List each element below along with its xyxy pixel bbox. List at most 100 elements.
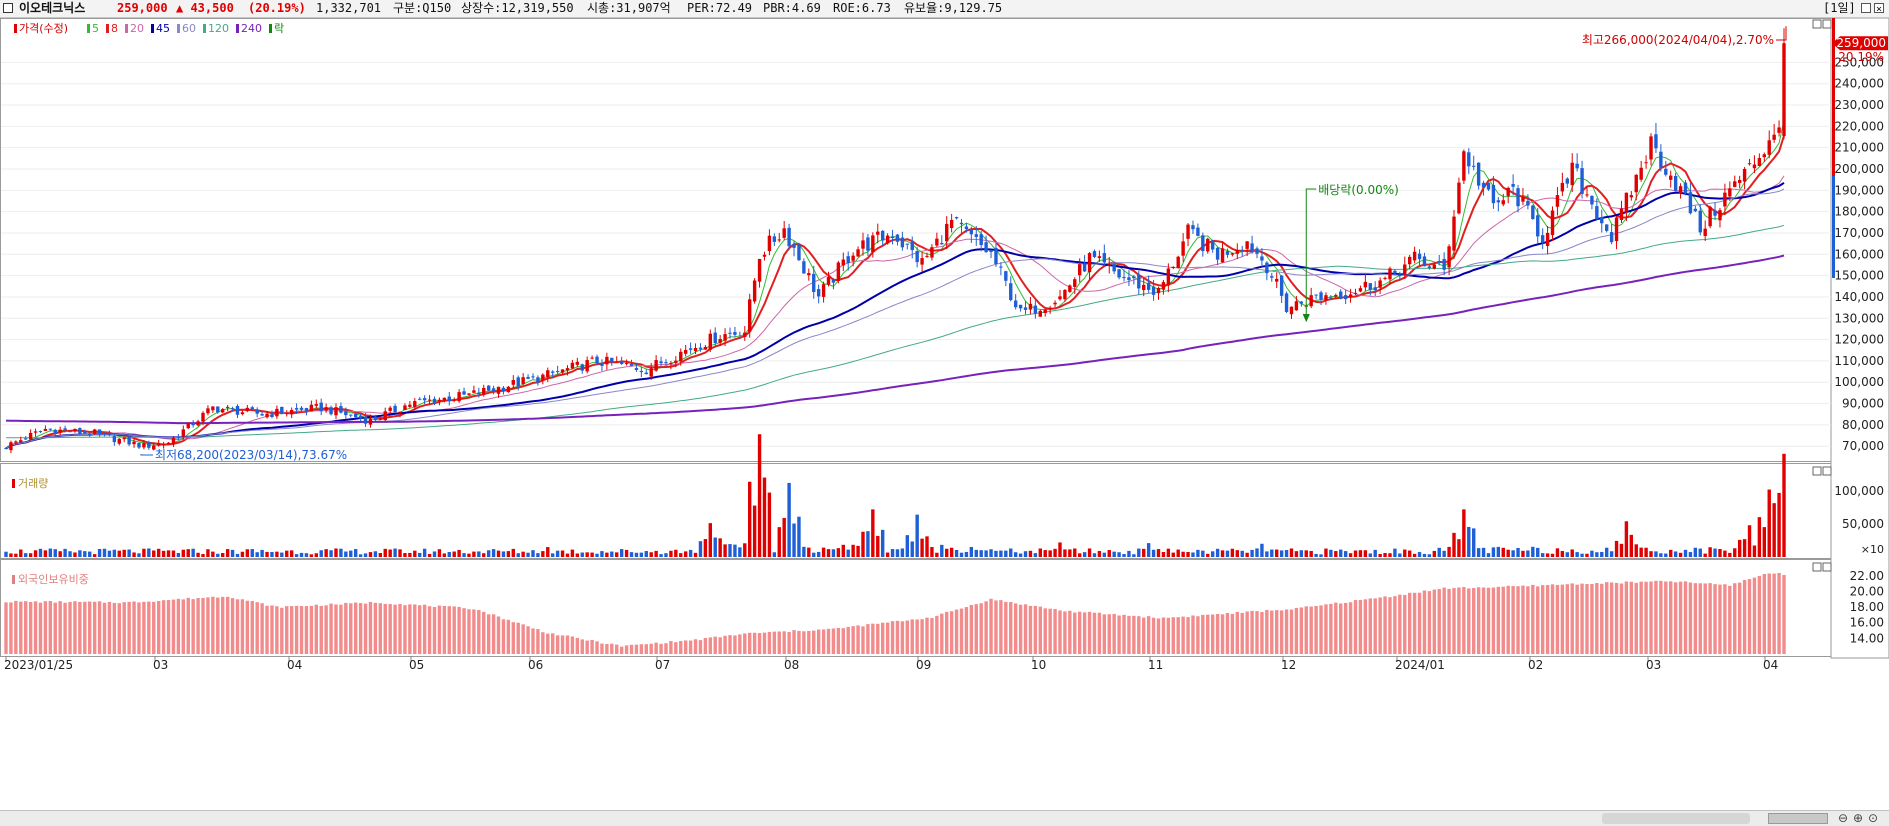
volume-bar bbox=[1102, 552, 1107, 557]
stock-checkbox-icon[interactable] bbox=[3, 3, 13, 13]
foreign-ratio-bar bbox=[1018, 604, 1023, 654]
foreign-ratio-bar bbox=[68, 601, 72, 654]
zoom-in-icon[interactable]: ⊕ bbox=[1853, 811, 1863, 825]
candle-body bbox=[486, 385, 491, 391]
close-icon[interactable]: × bbox=[1874, 3, 1884, 15]
volume-bar bbox=[329, 550, 333, 557]
candle-body bbox=[265, 413, 269, 418]
candle-body bbox=[1491, 184, 1496, 204]
volume-bar bbox=[851, 544, 855, 557]
volume-bar bbox=[1432, 550, 1437, 557]
price-panel-maximize-icon[interactable] bbox=[1812, 19, 1822, 29]
candle-body bbox=[230, 408, 235, 410]
foreign-ratio-bar bbox=[240, 599, 245, 654]
volume-bar bbox=[1127, 550, 1131, 557]
candle-body bbox=[132, 441, 136, 445]
foreign-ratio-bar bbox=[693, 639, 698, 654]
volume-bar bbox=[33, 550, 38, 557]
horizontal-scrollbar[interactable] bbox=[1602, 813, 1750, 824]
foreign-ratio-bar bbox=[1373, 598, 1377, 654]
candle-body bbox=[792, 244, 796, 248]
candle-body bbox=[186, 422, 190, 429]
volume-bar bbox=[1634, 544, 1638, 557]
candle-body bbox=[782, 228, 786, 238]
chart-area[interactable]: 70,000 80,000 90,000 100,000 110,000 120,000 1… bbox=[0, 18, 1889, 810]
price-tick-label: 240,000 bbox=[1834, 77, 1884, 91]
foreign-ratio-bar bbox=[1501, 586, 1505, 654]
foreign-ratio-bar bbox=[1329, 603, 1333, 654]
volume-panel-maximize-icon[interactable] bbox=[1812, 466, 1822, 476]
volume-bar bbox=[1570, 549, 1574, 557]
foreign-ratio-bar bbox=[1087, 611, 1092, 654]
foreign-ratio-bar bbox=[723, 635, 727, 654]
volume-bar bbox=[979, 550, 983, 557]
candle-body bbox=[1737, 179, 1742, 183]
volume-bar bbox=[1181, 551, 1185, 557]
volume-bar bbox=[1334, 551, 1338, 557]
foreign-ratio-bar bbox=[1304, 606, 1308, 654]
pbr-value: PBR:4.69 bbox=[763, 1, 821, 15]
candle-body bbox=[900, 237, 905, 248]
candle-body bbox=[1521, 197, 1525, 202]
candle-body bbox=[1092, 251, 1097, 257]
candle-body bbox=[821, 284, 826, 297]
period-selector[interactable]: [1일] bbox=[1823, 0, 1856, 17]
volume-bar bbox=[260, 549, 264, 557]
candle-body bbox=[1417, 253, 1422, 260]
foreign-ratio-bar bbox=[1604, 582, 1609, 654]
volume-bar bbox=[703, 539, 708, 557]
candle-body bbox=[171, 437, 176, 444]
volume-bar bbox=[427, 553, 432, 557]
volume-bar bbox=[1304, 550, 1308, 557]
zoom-reset-icon[interactable]: ⊙ bbox=[1868, 811, 1878, 825]
candle-body bbox=[24, 438, 28, 440]
volume-bar bbox=[541, 551, 545, 557]
volume-bar bbox=[1442, 550, 1446, 557]
volume-bar bbox=[472, 551, 476, 557]
foreign-panel-close-icon[interactable] bbox=[1822, 562, 1832, 572]
foreign-ratio-bar bbox=[1481, 587, 1486, 654]
volume-bar bbox=[797, 516, 801, 557]
foreign-ratio-bar bbox=[1412, 592, 1417, 654]
price-panel-close-icon[interactable] bbox=[1822, 19, 1832, 29]
candle-body bbox=[9, 442, 13, 451]
candle-body bbox=[289, 409, 294, 415]
foreign-ratio-bar bbox=[1388, 597, 1392, 654]
volume-bar bbox=[925, 536, 929, 557]
candle-body bbox=[191, 423, 195, 426]
candle-body bbox=[1176, 256, 1180, 268]
zoom-out-icon[interactable]: ⊖ bbox=[1838, 811, 1848, 825]
foreign-ratio-bar bbox=[1457, 587, 1461, 654]
foreign-ratio-bar bbox=[393, 604, 397, 654]
candle-body bbox=[1294, 301, 1299, 311]
foreign-ratio-bar bbox=[1393, 596, 1397, 654]
price-tick-label: 140,000 bbox=[1834, 290, 1884, 304]
foreign-ratio-bar bbox=[841, 628, 845, 654]
volume-bar bbox=[1087, 548, 1092, 557]
candle-body bbox=[629, 363, 634, 366]
volume-bar bbox=[137, 553, 141, 557]
volume-bar bbox=[1590, 550, 1594, 557]
candle-body bbox=[1102, 253, 1107, 263]
maximize-icon[interactable] bbox=[1861, 3, 1871, 13]
candle-body bbox=[1447, 246, 1451, 268]
foreign-ratio-bar bbox=[1600, 583, 1604, 654]
volume-multiplier: ×10 bbox=[1861, 543, 1884, 556]
candle-body bbox=[812, 273, 816, 292]
foreign-ratio-bar bbox=[221, 596, 225, 654]
foreign-ratio-bar bbox=[1353, 600, 1358, 654]
foreign-panel-maximize-icon[interactable] bbox=[1812, 562, 1822, 572]
volume-bar bbox=[994, 550, 998, 557]
foreign-ratio-bar bbox=[1467, 588, 1471, 654]
volume-bar bbox=[1393, 548, 1397, 557]
candle-body bbox=[890, 236, 895, 238]
volume-bar bbox=[1063, 549, 1067, 557]
scroll-handle[interactable] bbox=[1768, 813, 1828, 824]
high-annotation: 최고266,000(2024/04/04),2.70% bbox=[1582, 33, 1774, 47]
candle-body bbox=[1038, 310, 1042, 317]
reserve-ratio: 유보율:9,129.75 bbox=[904, 1, 1003, 15]
volume-bar bbox=[68, 551, 72, 557]
candle-body bbox=[1462, 151, 1466, 181]
foreign-ratio-bar bbox=[1772, 573, 1776, 654]
volume-panel-close-icon[interactable] bbox=[1822, 466, 1832, 476]
